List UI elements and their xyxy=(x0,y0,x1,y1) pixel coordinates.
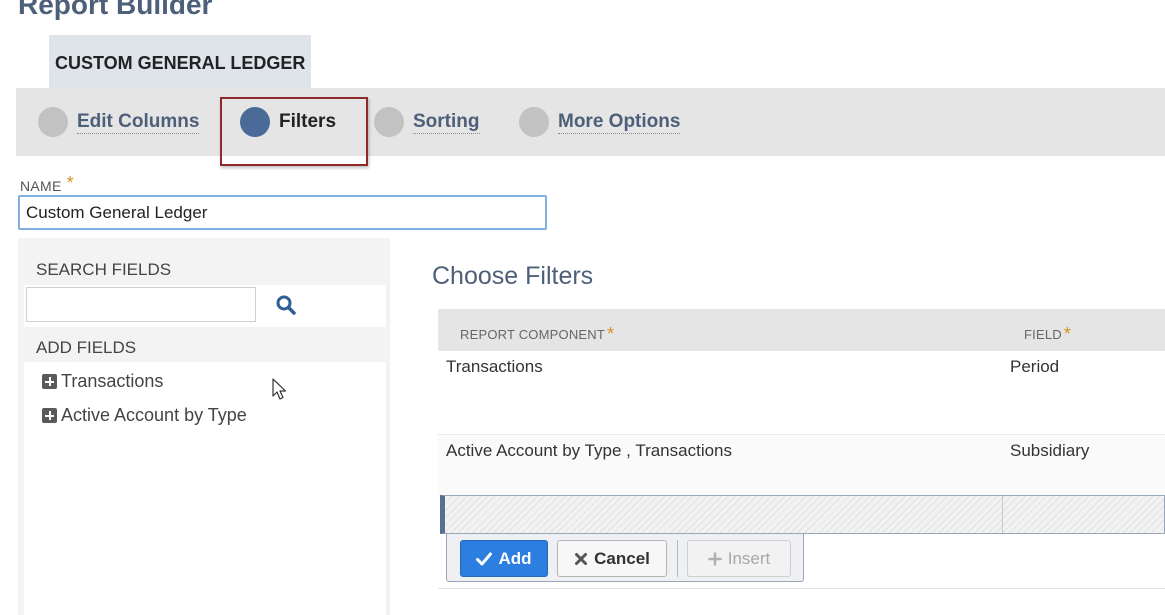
step-more-options[interactable]: More Options xyxy=(519,104,681,140)
step-edit-columns[interactable]: Edit Columns xyxy=(38,104,200,140)
name-input[interactable] xyxy=(18,195,547,230)
column-header-label: REPORT COMPONENT xyxy=(460,327,606,342)
cancel-button[interactable]: Cancel xyxy=(557,540,667,577)
close-icon xyxy=(575,552,588,565)
cell-field: Period xyxy=(1010,357,1060,376)
name-label: NAME * xyxy=(20,173,74,196)
required-mark: * xyxy=(1063,324,1072,344)
add-button-label: Add xyxy=(498,548,532,568)
table-header: REPORT COMPONENT * FIELD * xyxy=(438,309,1165,351)
plus-icon xyxy=(707,551,722,566)
tree-item-transactions[interactable]: Transactions xyxy=(42,371,163,392)
add-fields-label: ADD FIELDS xyxy=(36,338,137,357)
cancel-button-label: Cancel xyxy=(594,548,650,568)
step-indicator-icon xyxy=(519,107,549,137)
report-tab[interactable]: CUSTOM GENERAL LEDGER xyxy=(49,35,311,88)
expand-plus-icon[interactable] xyxy=(42,374,57,389)
cell-field: Subsidiary xyxy=(1010,441,1090,460)
steps-bar: Edit Columns Filters Sorting More Option… xyxy=(16,88,1165,166)
tree-item-label: Active Account by Type xyxy=(61,405,247,425)
cell-report-component: Active Account by Type , Transactions xyxy=(446,441,733,460)
field-tree: Transactions Active Account by Type xyxy=(24,362,386,615)
step-indicator-icon xyxy=(38,107,68,137)
step-label: Sorting xyxy=(413,110,480,134)
step-filters[interactable]: Filters xyxy=(240,104,336,140)
column-header-report-component[interactable]: REPORT COMPONENT * xyxy=(460,323,614,344)
mouse-cursor-icon xyxy=(272,378,287,400)
required-mark: * xyxy=(66,173,74,193)
tree-item-label: Transactions xyxy=(61,371,164,391)
field-panel: SEARCH FIELDS ADD FIELDS Transactions Ac… xyxy=(18,238,390,615)
page-title: Report Builder xyxy=(18,0,213,20)
search-row xyxy=(24,285,386,327)
row-action-buttons: Add Cancel Insert xyxy=(446,534,804,582)
name-label-text: NAME xyxy=(20,178,62,194)
insert-button[interactable]: Insert xyxy=(687,540,791,577)
report-tab-label: CUSTOM GENERAL LEDGER xyxy=(55,53,306,73)
step-sorting[interactable]: Sorting xyxy=(374,104,480,140)
search-icon[interactable] xyxy=(275,294,299,318)
step-indicator-icon xyxy=(240,107,270,137)
column-header-field[interactable]: FIELD * xyxy=(1024,323,1071,344)
table-row[interactable]: Transactions Period xyxy=(438,351,1165,435)
add-button[interactable]: Add xyxy=(460,540,548,577)
required-mark: * xyxy=(607,324,615,344)
filters-table: REPORT COMPONENT * FIELD * Transactions Pe… xyxy=(438,309,1165,589)
tree-item-active-account-by-type[interactable]: Active Account by Type xyxy=(42,405,247,426)
step-label: Filters xyxy=(279,111,337,132)
cell-report-component: Transactions xyxy=(446,357,543,376)
checkmark-icon xyxy=(476,552,493,565)
step-label: Edit Columns xyxy=(77,110,200,134)
column-header-label: FIELD xyxy=(1024,327,1062,342)
search-fields-label: SEARCH FIELDS xyxy=(36,260,172,279)
button-separator xyxy=(677,540,678,577)
insert-button-label: Insert xyxy=(727,548,771,568)
step-label: More Options xyxy=(558,110,681,134)
column-divider xyxy=(1002,496,1003,533)
new-filter-edit-row[interactable] xyxy=(440,495,1165,534)
choose-filters-title: Choose Filters xyxy=(432,262,594,290)
search-fields-input[interactable] xyxy=(26,287,256,322)
table-row[interactable]: Active Account by Type , Transactions Su… xyxy=(438,435,1165,495)
expand-plus-icon[interactable] xyxy=(42,408,57,423)
step-indicator-icon xyxy=(374,107,404,137)
